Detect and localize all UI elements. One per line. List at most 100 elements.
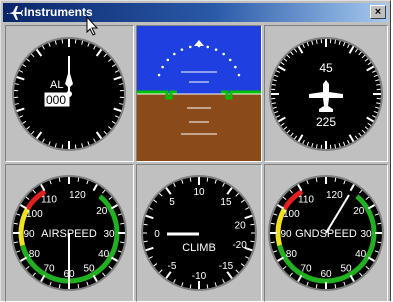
bank-tick <box>181 48 184 51</box>
ground <box>137 94 261 161</box>
tick-mark <box>376 84 380 85</box>
tick-mark <box>316 284 317 288</box>
mouse-cursor-icon <box>86 16 98 36</box>
tick-mark <box>271 242 275 243</box>
dial-label: 0 <box>154 229 160 240</box>
tick-mark <box>377 242 381 243</box>
dial-label: 30 <box>103 229 115 240</box>
bank-tick <box>234 66 237 69</box>
tick-mark <box>59 178 60 182</box>
heading-gauge: 45 225 <box>265 26 387 161</box>
instruments-window: Instruments × AL 000 <box>0 0 391 301</box>
tick-mark <box>250 224 254 225</box>
tick-mark <box>316 178 317 182</box>
tick-mark <box>335 144 336 148</box>
tick-mark <box>120 223 124 224</box>
attitude-cell <box>136 25 262 162</box>
instrument-panel: AL 000 <box>5 25 388 302</box>
altimeter-readout: 000 <box>46 93 66 107</box>
groundspeed-gauge: 110 120 100 90 8070 60 5040 30 20 GNDSPEED <box>265 165 387 301</box>
dial-label: -15 <box>219 261 234 272</box>
close-button[interactable]: × <box>370 5 386 19</box>
dial-label: -5 <box>168 261 177 272</box>
tick-mark <box>144 224 148 225</box>
heading-cell: 45 225 <box>264 25 388 162</box>
window-title: Instruments <box>24 5 93 20</box>
dial-label: 110 <box>41 194 57 205</box>
tick-mark <box>316 40 317 44</box>
dial-label: 70 <box>300 264 312 275</box>
dial-label: 50 <box>83 264 95 275</box>
bank-tick <box>215 48 218 51</box>
tick-mark <box>14 223 18 224</box>
dial-label: 80 <box>29 249 41 260</box>
dial-label: 100 <box>283 209 300 220</box>
tick-mark <box>316 144 317 148</box>
tick-mark <box>250 241 254 242</box>
bank-tick <box>173 53 176 56</box>
dial-label: 15 <box>220 197 232 208</box>
dial-label: 120 <box>69 190 86 201</box>
tick-mark <box>271 223 275 224</box>
bank-tick <box>229 59 232 62</box>
dial-label: -20 <box>232 240 247 251</box>
airspeed-gauge: 1101201009080706050403020 AIRSPEED <box>6 165 133 301</box>
groundspeed-label: GNDSPEED <box>295 228 357 240</box>
dial-label: 5 <box>169 197 175 208</box>
bank-tick <box>206 46 209 49</box>
altimeter-cell: AL 000 <box>5 25 134 162</box>
bank-tick <box>238 74 241 77</box>
tick-mark <box>207 178 208 182</box>
tick-mark <box>59 284 60 288</box>
dial-label: 70 <box>43 264 55 275</box>
dial-label: 30 <box>360 229 372 240</box>
dial-label: 120 <box>326 190 343 201</box>
airspeed-cell: 1101201009080706050403020 AIRSPEED <box>5 164 134 302</box>
dial-label: 110 <box>298 194 314 205</box>
airplane-icon <box>5 4 23 21</box>
dial-label: 20 <box>235 220 247 231</box>
bank-tick <box>189 46 192 49</box>
dial-label: 90 <box>280 229 292 240</box>
dial-label: 40 <box>98 249 110 260</box>
dial-label: 80 <box>286 249 298 260</box>
dial-label: 50 <box>340 264 352 275</box>
dial-label: 20 <box>96 206 108 217</box>
tick-mark <box>75 145 76 149</box>
tick-mark <box>335 178 336 182</box>
tick-mark <box>190 284 191 288</box>
attitude-indicator <box>137 26 261 161</box>
groundspeed-cell: 110 120 100 90 8070 60 5040 30 20 GNDSPEED <box>264 164 388 302</box>
dial-label: 40 <box>355 249 367 260</box>
tick-mark <box>377 223 381 224</box>
title-bar[interactable]: Instruments × <box>3 3 388 22</box>
altimeter-gauge: AL 000 <box>6 26 133 161</box>
tick-mark <box>75 39 76 43</box>
bank-tick <box>166 59 169 62</box>
bank-tick <box>161 66 164 69</box>
heading-top-label: 45 <box>319 61 333 75</box>
tick-mark <box>78 178 79 182</box>
tick-mark <box>14 242 18 243</box>
tick-mark <box>376 103 380 104</box>
dial-label: 90 <box>23 229 35 240</box>
tick-mark <box>78 284 79 288</box>
sky <box>137 26 261 94</box>
climb-gauge: 101550-5-10-15-2020 CLIMB <box>137 165 261 301</box>
tick-mark <box>144 241 148 242</box>
tick-mark <box>190 178 191 182</box>
tick-mark <box>335 40 336 44</box>
tick-mark <box>207 284 208 288</box>
tick-mark <box>335 284 336 288</box>
bank-tick <box>222 53 225 56</box>
tick-mark <box>120 242 124 243</box>
tick-mark <box>272 103 276 104</box>
dial-label: 60 <box>320 269 332 280</box>
dial-label: -10 <box>192 271 207 282</box>
heading-bottom-label: 225 <box>316 115 336 129</box>
tick-mark <box>272 84 276 85</box>
bank-tick <box>158 74 161 77</box>
climb-cell: 101550-5-10-15-2020 CLIMB <box>136 164 262 302</box>
dial-label: 10 <box>193 187 205 198</box>
dial-label: 20 <box>353 206 365 217</box>
